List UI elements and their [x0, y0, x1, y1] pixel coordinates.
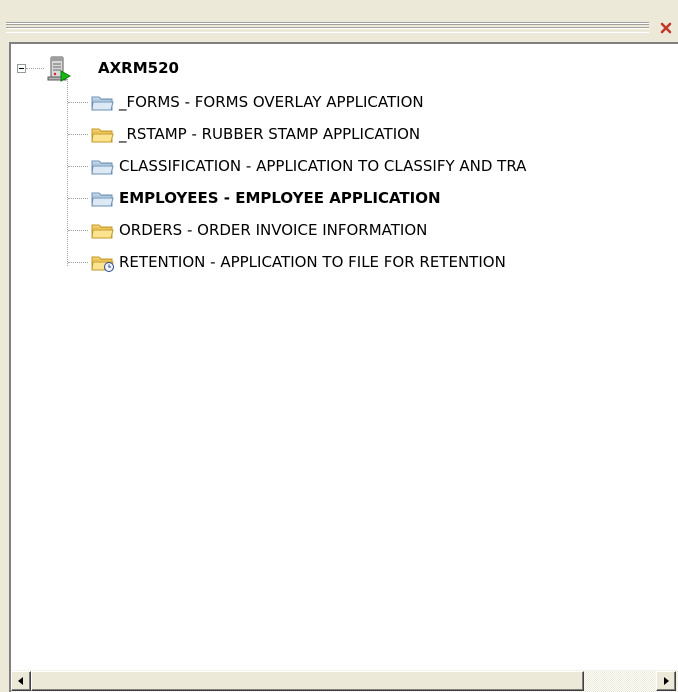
yellow-folder-icon — [91, 128, 114, 143]
yellow-folder-clock-icon — [91, 256, 114, 272]
close-button[interactable] — [654, 19, 678, 37]
tree-item-label: RETENTION - APPLICATION TO FILE FOR RETE… — [119, 253, 506, 271]
application-tree-pane: AXRM520 _FORMS - FORMS OVERLAY APPLICATI… — [0, 0, 678, 692]
tree-item[interactable]: EMPLOYEES - EMPLOYEE APPLICATION — [11, 186, 678, 210]
tree-item[interactable]: ORDERS - ORDER INVOICE INFORMATION — [11, 218, 678, 242]
scroll-thumb[interactable] — [31, 671, 584, 691]
tree-item[interactable]: _RSTAMP - RUBBER STAMP APPLICATION — [11, 122, 678, 146]
tree-item-label: _RSTAMP - RUBBER STAMP APPLICATION — [119, 125, 421, 143]
arrow-left-icon — [18, 677, 23, 685]
scroll-right-button[interactable] — [656, 671, 676, 691]
tree-content: AXRM520 _FORMS - FORMS OVERLAY APPLICATI… — [11, 44, 678, 670]
tree-item-label: ORDERS - ORDER INVOICE INFORMATION — [119, 221, 428, 239]
tree-connector — [26, 68, 44, 69]
horizontal-scrollbar[interactable] — [11, 670, 678, 692]
blue-folder-icon — [91, 96, 114, 111]
server-icon — [47, 56, 71, 82]
yellow-folder-icon — [91, 224, 114, 239]
tree-item[interactable]: _FORMS - FORMS OVERLAY APPLICATION — [11, 90, 678, 114]
tree-item-label: EMPLOYEES - EMPLOYEE APPLICATION — [119, 189, 441, 207]
tree-item[interactable]: CLASSIFICATION - APPLICATION TO CLASSIFY… — [11, 154, 678, 178]
tree-item-label: _FORMS - FORMS OVERLAY APPLICATION — [119, 93, 424, 111]
arrow-right-icon — [664, 677, 669, 685]
tree-root-label[interactable]: AXRM520 — [98, 57, 179, 79]
drag-grip[interactable] — [6, 23, 649, 33]
blue-folder-icon — [91, 192, 114, 207]
tree-item-label: CLASSIFICATION - APPLICATION TO CLASSIFY… — [119, 157, 527, 175]
close-icon — [660, 22, 672, 34]
blue-folder-icon — [91, 160, 114, 175]
pane-titlebar[interactable] — [6, 19, 678, 38]
tree-item[interactable]: RETENTION - APPLICATION TO FILE FOR RETE… — [11, 250, 678, 274]
scroll-left-button[interactable] — [11, 671, 31, 691]
tree-view[interactable]: AXRM520 _FORMS - FORMS OVERLAY APPLICATI… — [9, 42, 678, 692]
collapse-toggle[interactable] — [17, 64, 26, 73]
